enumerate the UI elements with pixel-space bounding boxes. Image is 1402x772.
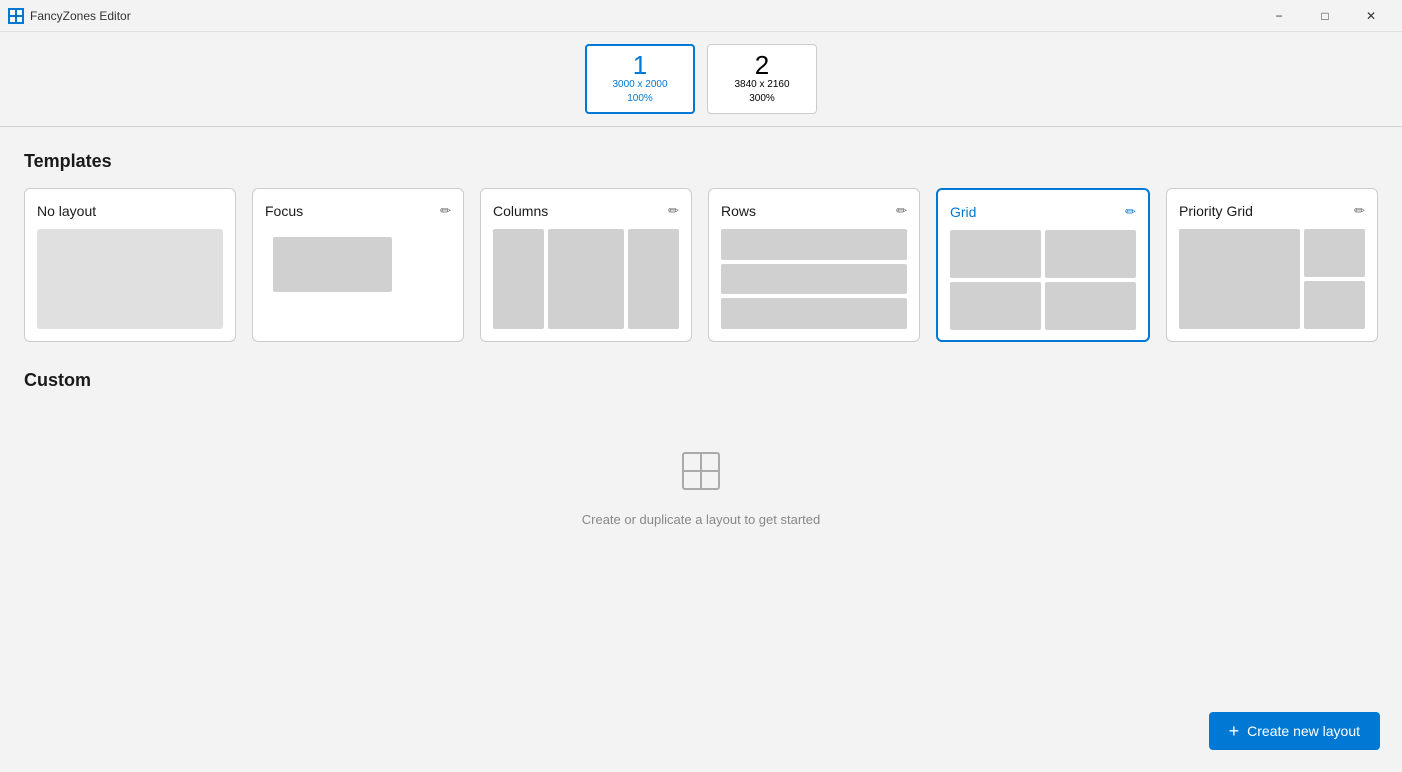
custom-section-title: Custom	[24, 370, 1378, 391]
create-new-layout-button[interactable]: + Create new layout	[1209, 712, 1380, 750]
template-card-priority-grid-header: Priority Grid ✏	[1179, 203, 1365, 219]
template-grid-title: Grid	[950, 204, 976, 220]
row-zone-2	[721, 264, 907, 295]
monitor-bar: 1 3000 x 2000100% 2 3840 x 2160300%	[0, 32, 1402, 126]
main-content: Templates No layout Focus ✏	[0, 127, 1402, 567]
titlebar-controls: − □ ✕	[1256, 0, 1394, 32]
minimize-button[interactable]: −	[1256, 0, 1302, 32]
app-icon	[8, 8, 24, 24]
row-zone-1	[721, 229, 907, 260]
template-priority-grid-title: Priority Grid	[1179, 203, 1253, 219]
grid-zone-2	[1045, 230, 1136, 278]
grid-zone-1	[950, 230, 1041, 278]
custom-empty-icon	[677, 447, 725, 500]
monitor-card-1[interactable]: 1 3000 x 2000100%	[585, 44, 695, 114]
col-zone-2	[548, 229, 624, 329]
template-card-columns[interactable]: Columns ✏	[480, 188, 692, 342]
preview-grid	[950, 230, 1136, 330]
monitor-1-number: 1	[633, 52, 647, 78]
col-zone-1	[493, 229, 544, 329]
template-card-rows-header: Rows ✏	[721, 203, 907, 219]
create-btn-label: Create new layout	[1247, 723, 1360, 739]
priority-grid-preview-inner	[1179, 229, 1365, 329]
grid-preview-inner	[950, 230, 1136, 330]
priority-main-zone	[1179, 229, 1300, 329]
app-title: FancyZones Editor	[30, 9, 131, 23]
template-card-grid[interactable]: Grid ✏	[936, 188, 1150, 342]
template-card-columns-header: Columns ✏	[493, 203, 679, 219]
template-card-priority-grid[interactable]: Priority Grid ✏	[1166, 188, 1378, 342]
template-card-grid-header: Grid ✏	[950, 204, 1136, 220]
maximize-button[interactable]: □	[1302, 0, 1348, 32]
row-zone-3	[721, 298, 907, 329]
focus-edit-icon[interactable]: ✏	[440, 203, 451, 219]
no-layout-zone	[37, 229, 223, 329]
priority-side-zone-2	[1304, 281, 1365, 329]
template-no-layout-title: No layout	[37, 203, 96, 219]
template-rows-title: Rows	[721, 203, 756, 219]
titlebar-left: FancyZones Editor	[8, 8, 131, 24]
columns-preview-inner	[493, 229, 679, 329]
template-columns-title: Columns	[493, 203, 548, 219]
titlebar: FancyZones Editor − □ ✕	[0, 0, 1402, 32]
col-zone-3	[628, 229, 679, 329]
rows-preview-inner	[721, 229, 907, 329]
template-card-no-layout-header: No layout	[37, 203, 223, 219]
template-card-rows[interactable]: Rows ✏	[708, 188, 920, 342]
grid-zone-3	[950, 282, 1041, 330]
preview-no-layout	[37, 229, 223, 329]
focus-preview-inner	[265, 229, 451, 329]
custom-empty-text: Create or duplicate a layout to get star…	[582, 512, 820, 527]
template-card-focus-header: Focus ✏	[265, 203, 451, 219]
create-btn-plus-icon: +	[1229, 722, 1240, 740]
grid-zone-4	[1045, 282, 1136, 330]
focus-main-zone	[273, 237, 392, 292]
columns-edit-icon[interactable]: ✏	[668, 203, 679, 219]
templates-section-title: Templates	[24, 151, 1378, 172]
template-focus-title: Focus	[265, 203, 303, 219]
grid-edit-icon[interactable]: ✏	[1125, 204, 1136, 220]
monitor-1-resolution: 3000 x 2000100%	[612, 78, 667, 106]
preview-priority-grid	[1179, 229, 1365, 329]
preview-rows	[721, 229, 907, 329]
rows-edit-icon[interactable]: ✏	[896, 203, 907, 219]
custom-empty-state: Create or duplicate a layout to get star…	[24, 407, 1378, 567]
monitor-2-resolution: 3840 x 2160300%	[734, 78, 789, 106]
template-card-focus[interactable]: Focus ✏	[252, 188, 464, 342]
priority-grid-edit-icon[interactable]: ✏	[1354, 203, 1365, 219]
preview-focus	[265, 229, 451, 329]
preview-columns	[493, 229, 679, 329]
close-button[interactable]: ✕	[1348, 0, 1394, 32]
templates-row: No layout Focus ✏ Columns ✏	[24, 188, 1378, 342]
template-card-no-layout[interactable]: No layout	[24, 188, 236, 342]
monitor-2-number: 2	[755, 52, 769, 78]
priority-side-zone-1	[1304, 229, 1365, 277]
monitor-card-2[interactable]: 2 3840 x 2160300%	[707, 44, 817, 114]
